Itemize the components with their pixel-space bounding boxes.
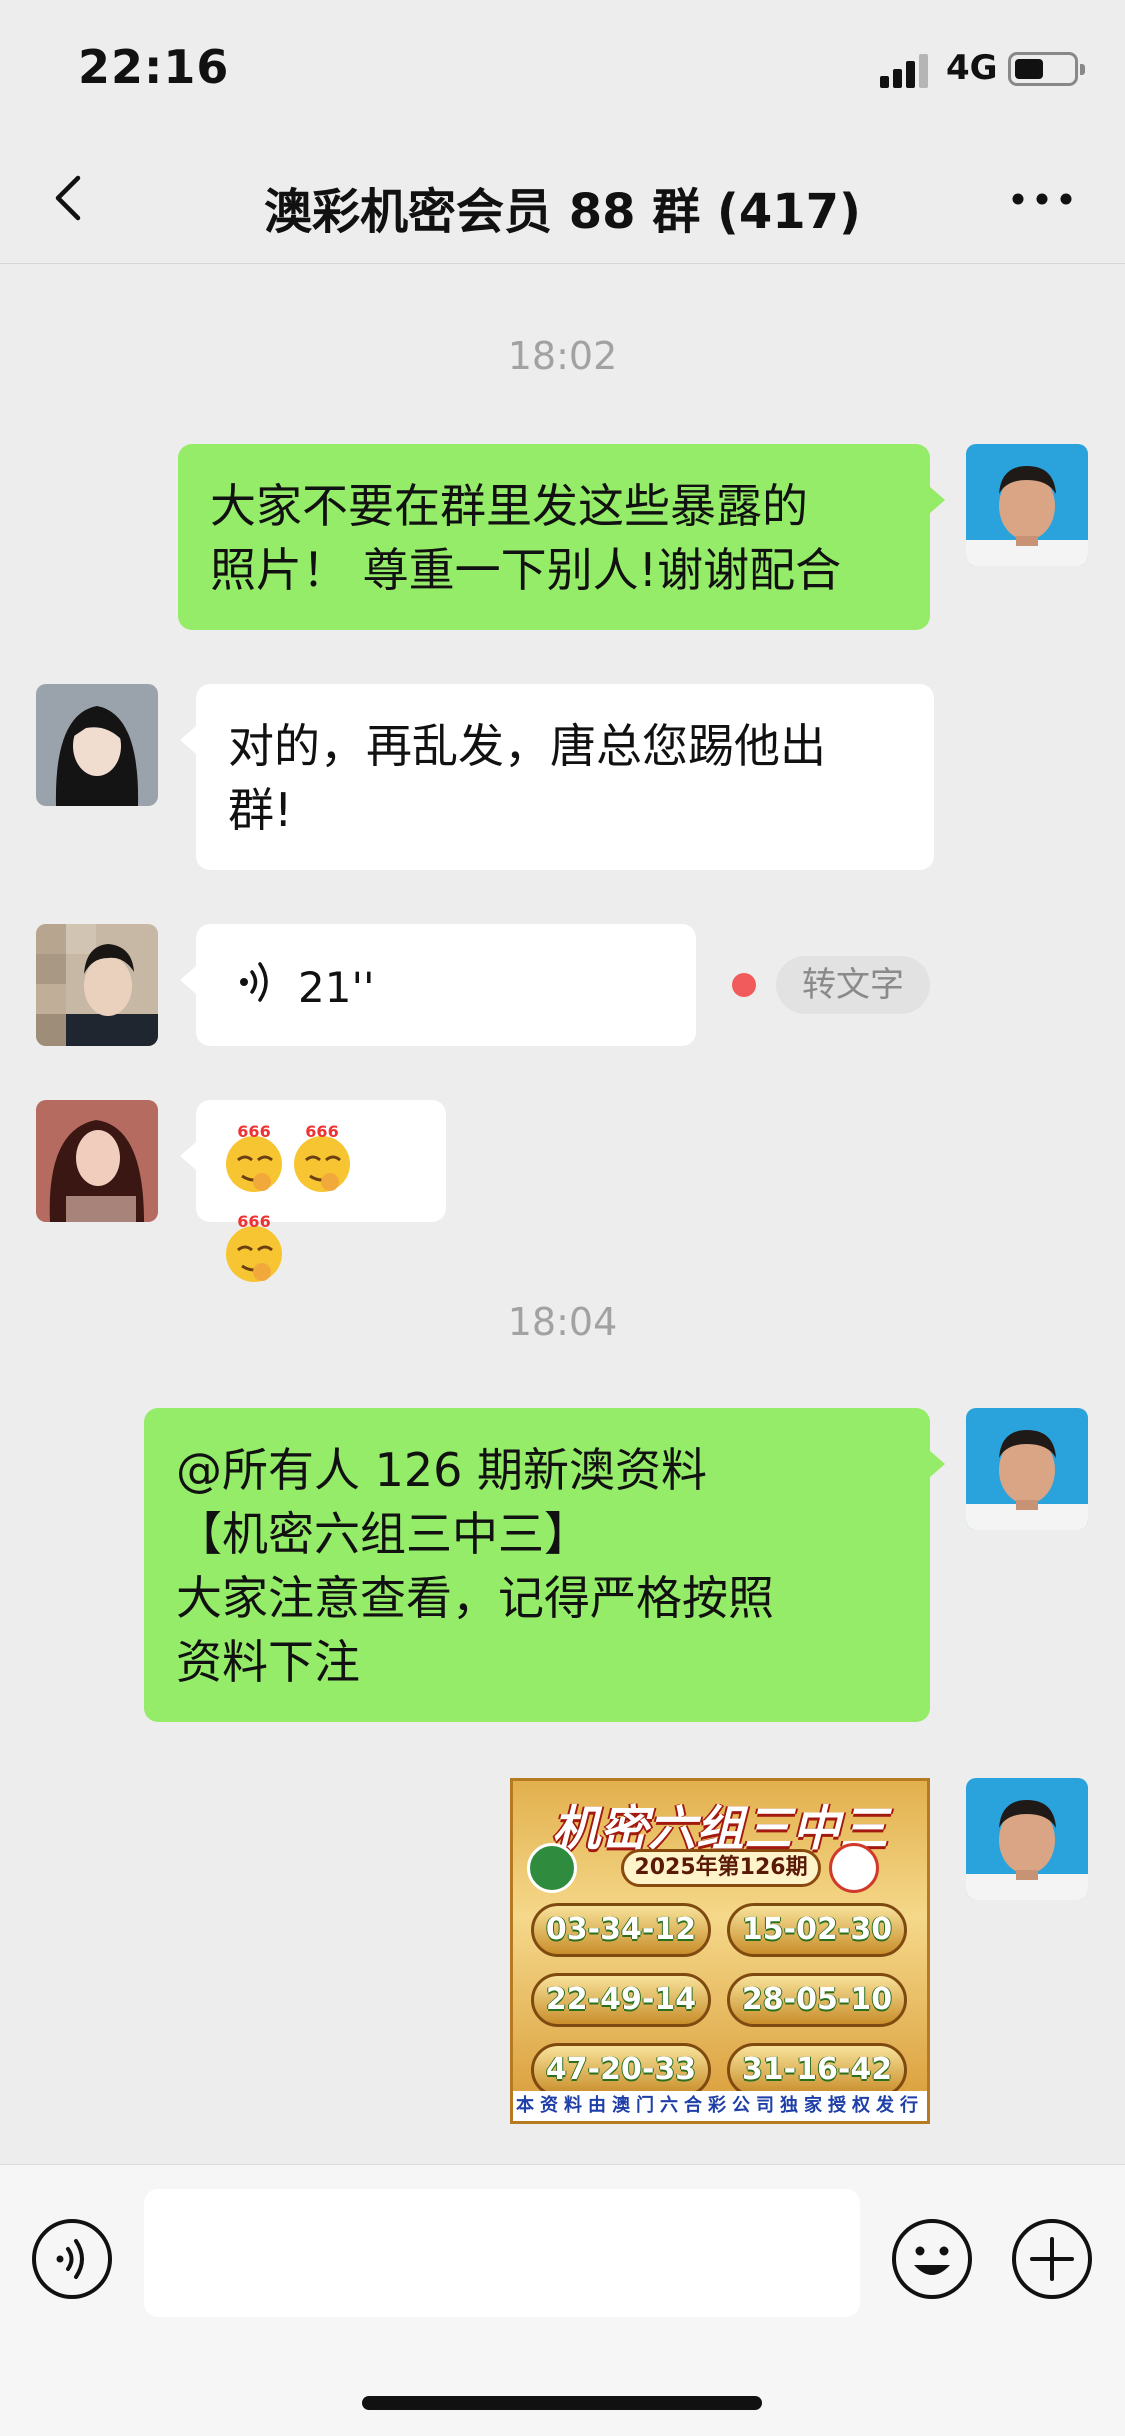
avatar[interactable] <box>36 1100 158 1222</box>
convert-to-text-button[interactable]: 转文字 <box>776 956 930 1014</box>
unread-dot <box>732 973 756 997</box>
poster-number: 22-49-14 <box>531 1973 711 2027</box>
message-bubble[interactable]: 大家不要在群里发这些暴露的 照片！ 尊重一下别人!谢谢配合 <box>178 444 930 630</box>
status-bar: 22:16 4G <box>0 0 1125 132</box>
emoji-666-icon: 666 <box>222 1122 286 1196</box>
network-type: 4G <box>946 48 998 88</box>
poster-footer: 本资料由澳门六合彩公司独家授权发行 <box>513 2091 927 2121</box>
svg-text:666: 666 <box>305 1122 338 1141</box>
status-time: 22:16 <box>78 40 230 94</box>
voice-wave-icon <box>240 962 268 1002</box>
message-timestamp: 18:02 <box>507 334 618 378</box>
more-actions-button[interactable] <box>1010 2217 1094 2301</box>
avatar[interactable] <box>966 1778 1088 1900</box>
signal-icon <box>880 52 930 88</box>
message-bubble[interactable]: 666 666 666 <box>196 1100 446 1282</box>
emoji-666-icon: 666 <box>222 1212 286 1286</box>
message-text: 大家注意查看，记得严格按照 <box>176 1571 774 1625</box>
avatar[interactable] <box>36 924 158 1046</box>
message-text: 对的，再乱发，唐总您踢他出 <box>228 719 826 773</box>
avatar[interactable] <box>36 684 158 806</box>
poster-number: 03-34-12 <box>531 1903 711 1957</box>
message-text: @所有人 126 期新澳资料 <box>176 1443 708 1497</box>
avatar[interactable] <box>966 444 1088 566</box>
image-message[interactable]: 机密六组三中三 2025年第126期 03-34-12 15-02-30 22-… <box>510 1778 930 2124</box>
nav-bar: 澳彩机密会员 88 群 (417) <box>0 132 1125 264</box>
battery-icon <box>1008 52 1085 86</box>
logo-icon <box>829 1843 879 1893</box>
message-text: 群! <box>228 783 293 837</box>
smiley-icon <box>892 2219 972 2299</box>
voice-message-bubble[interactable]: 21'' <box>196 924 696 1046</box>
emoji-666-icon: 666 <box>290 1122 354 1196</box>
message-text: 大家不要在群里发这些暴露的 <box>210 479 808 533</box>
emblem-icon <box>527 1843 577 1893</box>
chat-area[interactable]: 18:02 大家不要在群里发这些暴露的 照片！ 尊重一下别人!谢谢配合 对的，再… <box>0 264 1125 2164</box>
message-input[interactable] <box>144 2189 860 2317</box>
poster-number: 28-05-10 <box>727 1973 907 2027</box>
message-bubble[interactable]: 对的，再乱发，唐总您踢他出 群! <box>196 684 934 870</box>
svg-text:666: 666 <box>237 1122 270 1141</box>
message-text: 资料下注 <box>176 1635 360 1689</box>
poster-number: 47-20-33 <box>531 2043 711 2097</box>
voice-icon <box>32 2219 112 2299</box>
emoji-button[interactable] <box>890 2217 974 2301</box>
poster-issue: 2025年第126期 <box>621 1849 821 1887</box>
svg-text:666: 666 <box>237 1212 270 1231</box>
home-indicator[interactable] <box>362 2396 762 2410</box>
ellipsis-icon <box>1012 193 1072 205</box>
message-timestamp: 18:04 <box>507 1300 618 1344</box>
voice-duration: 21'' <box>298 963 375 1012</box>
poster-number: 31-16-42 <box>727 2043 907 2097</box>
poster-number: 15-02-30 <box>727 1903 907 1957</box>
plus-circle-icon <box>1012 2219 1092 2299</box>
avatar[interactable] <box>966 1408 1088 1530</box>
message-text: 【机密六组三中三】 <box>176 1507 590 1561</box>
message-bubble[interactable]: @所有人 126 期新澳资料 【机密六组三中三】 大家注意查看，记得严格按照 资… <box>144 1408 930 1722</box>
chat-title: 澳彩机密会员 88 群 (417) <box>263 184 861 240</box>
more-button[interactable] <box>1010 184 1074 214</box>
voice-input-button[interactable] <box>30 2217 114 2301</box>
message-text: 照片！ 尊重一下别人!谢谢配合 <box>210 543 842 597</box>
